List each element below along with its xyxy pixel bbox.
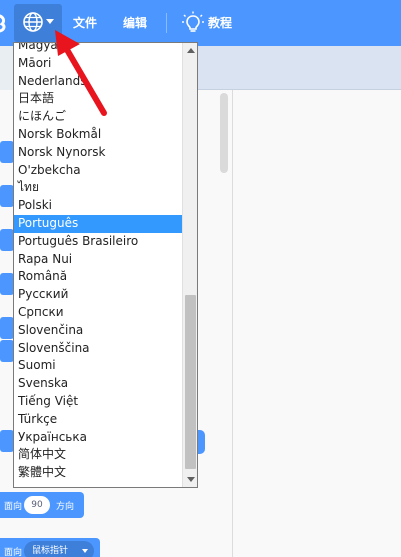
motion-block[interactable] — [0, 229, 14, 251]
block-label: 面向 — [4, 502, 23, 512]
language-option[interactable]: Slovenščina — [14, 340, 182, 358]
language-option[interactable]: Norsk Bokmål — [14, 126, 182, 144]
app-window: 文件 编辑 教程 面向 90 方向 面向 鼠标指针 Magyar Māori N… — [0, 0, 401, 557]
motion-block[interactable] — [0, 141, 14, 163]
language-option[interactable]: O'zbekcha — [14, 162, 182, 180]
menu-divider — [166, 13, 167, 33]
language-option[interactable]: Norsk Nynorsk — [14, 144, 182, 162]
motion-block[interactable] — [0, 185, 14, 207]
blocks-scrollbar[interactable] — [220, 93, 228, 173]
lightbulb-icon — [182, 11, 204, 32]
language-option[interactable]: Svenska — [14, 375, 182, 393]
scratch-logo-icon[interactable] — [0, 12, 8, 34]
motion-block[interactable] — [0, 273, 14, 295]
language-option[interactable]: Tiếng Việt — [14, 393, 182, 411]
language-option[interactable]: Polski — [14, 197, 182, 215]
dropdown-value: 鼠标指针 — [32, 546, 69, 556]
tab-strip-edge — [0, 46, 14, 90]
file-menu[interactable]: 文件 — [73, 14, 97, 31]
script-area — [233, 90, 401, 557]
language-option[interactable]: Māori — [14, 55, 182, 73]
language-option[interactable]: Српски — [14, 304, 182, 322]
language-option[interactable]: Русский — [14, 286, 182, 304]
language-option[interactable]: にほんご — [14, 108, 182, 126]
point-in-direction-block[interactable]: 面向 90 方向 — [0, 492, 84, 518]
scrollbar-thumb[interactable] — [185, 295, 196, 469]
tutorials-menu[interactable]: 教程 — [208, 14, 232, 31]
language-option[interactable]: Română — [14, 268, 182, 286]
menu-bar: 文件 编辑 教程 — [0, 0, 401, 46]
scroll-up-icon[interactable] — [187, 48, 195, 53]
language-option[interactable]: Slovenčina — [14, 322, 182, 340]
motion-block[interactable] — [0, 317, 14, 339]
edit-menu[interactable]: 编辑 — [123, 14, 147, 31]
block-label: 方向 — [56, 502, 75, 512]
dropdown-scrollbar[interactable] — [182, 43, 197, 487]
language-option[interactable]: Українська — [14, 429, 182, 447]
language-option[interactable]: Português Brasileiro — [14, 233, 182, 251]
language-option[interactable]: 日本語 — [14, 90, 182, 108]
language-option[interactable]: Türkçe — [14, 411, 182, 429]
block-label: 面向 — [4, 548, 23, 557]
chevron-down-icon — [46, 19, 54, 24]
language-dropdown[interactable]: Magyar Māori Nederlands 日本語 にほんご Norsk Bokmål… — [13, 42, 198, 488]
direction-input[interactable]: 90 — [24, 496, 50, 514]
language-option[interactable]: Nederlands — [14, 73, 182, 91]
language-option[interactable]: 简体中文 — [14, 446, 182, 464]
motion-block[interactable] — [0, 430, 14, 452]
globe-icon — [23, 12, 43, 32]
language-option[interactable]: Português — [14, 215, 182, 233]
point-towards-block[interactable]: 面向 鼠标指针 — [0, 538, 100, 557]
language-option[interactable]: Magyar — [14, 43, 182, 55]
language-option[interactable]: 繁體中文 — [14, 464, 182, 482]
chevron-down-icon — [82, 549, 88, 553]
language-option[interactable]: Suomi — [14, 357, 182, 375]
scroll-down-icon[interactable] — [187, 477, 195, 482]
language-option[interactable]: ไทย — [14, 179, 182, 197]
motion-block[interactable] — [0, 340, 14, 362]
language-option[interactable]: Rapa Nui — [14, 251, 182, 269]
target-dropdown[interactable]: 鼠标指针 — [24, 541, 94, 557]
